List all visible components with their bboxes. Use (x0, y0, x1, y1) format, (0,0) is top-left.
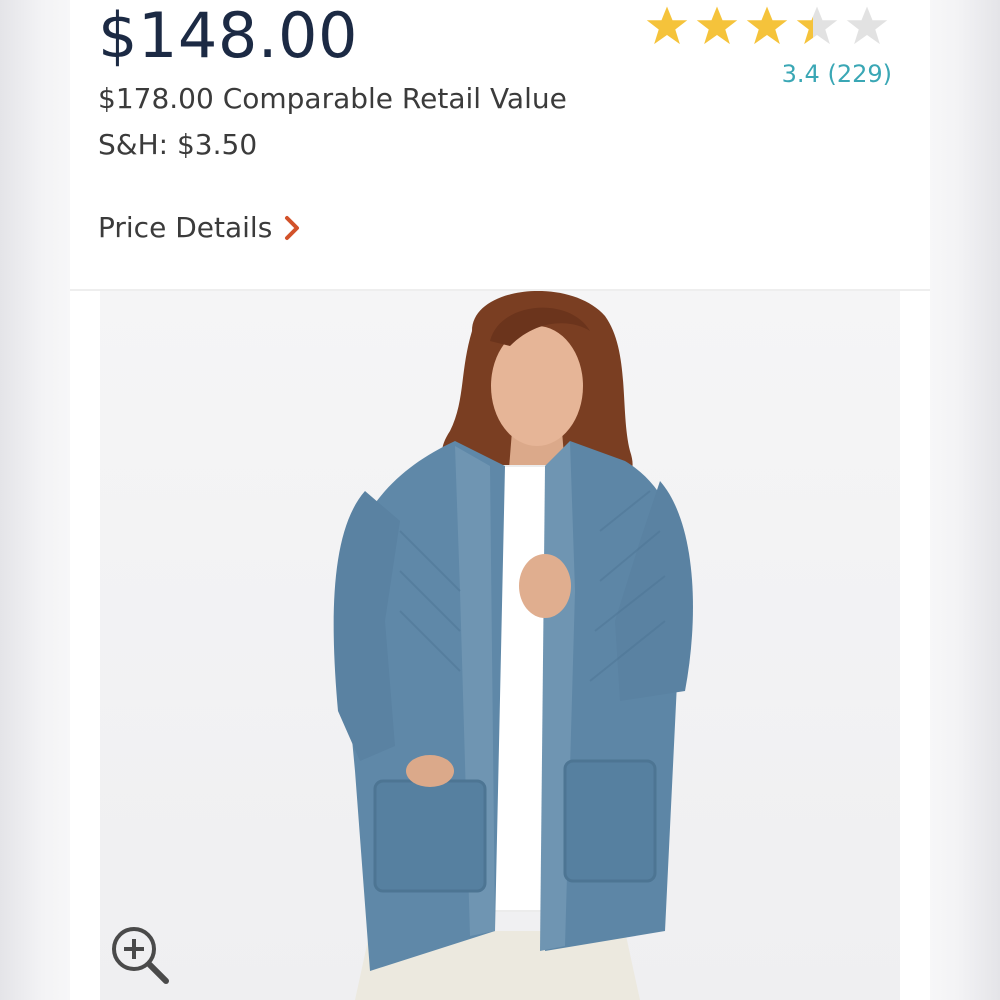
right-pocket (563, 759, 657, 883)
star-rating[interactable] (642, 0, 892, 46)
shipping-handling: S&H: $3.50 (98, 128, 258, 161)
product-price: $148.00 (98, 0, 358, 72)
zoom-button[interactable] (106, 921, 176, 991)
left-hand (406, 755, 454, 787)
left-pocket (373, 779, 487, 893)
chevron-right-icon (285, 216, 300, 240)
rating-count-link[interactable]: 3.4 (229) (782, 56, 892, 92)
right-hand (519, 554, 571, 618)
right-margin (930, 0, 1000, 1000)
zoom-in-icon (112, 927, 169, 984)
star-icon (746, 6, 788, 45)
price-details-label: Price Details (98, 211, 273, 244)
star-icon (846, 6, 888, 45)
model-photo (333, 291, 693, 1000)
price-details-link[interactable]: Price Details (98, 208, 302, 248)
product-image[interactable] (100, 291, 900, 1000)
star-icon (696, 6, 738, 45)
product-page: $148.00 $178.00 Comparable Retail Value … (70, 0, 930, 1000)
star-icon (646, 6, 688, 45)
comparable-retail-value: $178.00 Comparable Retail Value (98, 82, 567, 115)
left-margin (0, 0, 70, 1000)
price-card: $148.00 $178.00 Comparable Retail Value … (70, 0, 930, 290)
star-icon (796, 6, 838, 45)
